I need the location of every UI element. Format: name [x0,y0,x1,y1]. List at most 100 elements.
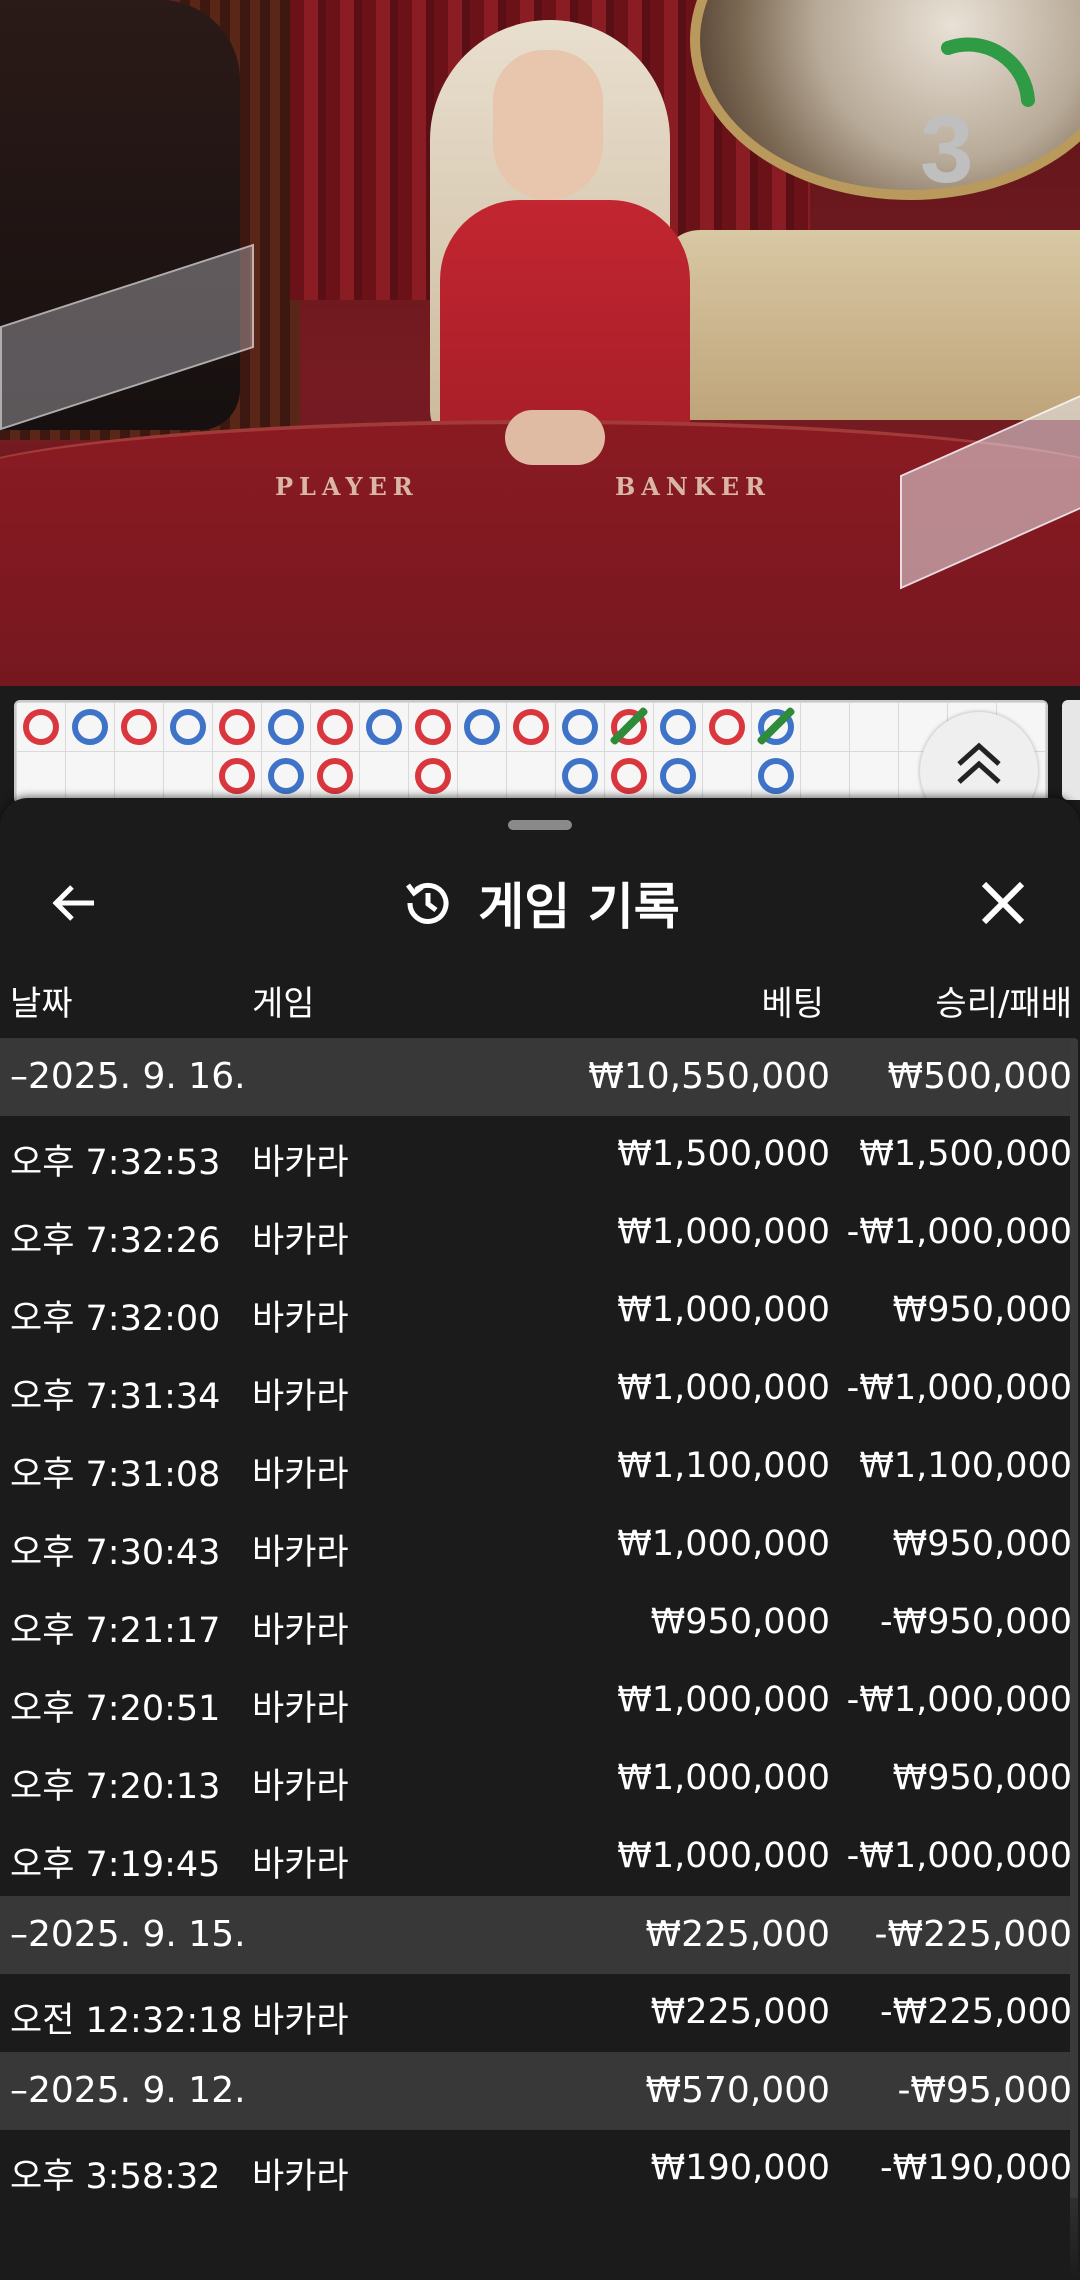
row-date: 오후 7:30:43 [10,1533,221,1573]
row-win-loss: -₩225,000 [874,1914,1072,1955]
row-date: 오후 7:20:13 [10,1767,221,1807]
history-row[interactable]: 오후 7:20:51 바카라 ₩1,000,000 -₩1,000,000 [0,1662,1072,1740]
row-game: 바카라 [252,1767,349,1807]
row-win-loss: -₩190,000 [880,2148,1072,2188]
countdown-timer: 3 [920,96,974,203]
banker-win-mark [121,709,157,745]
row-date: –2025. 9. 12. [10,2070,246,2111]
row-game: 바카라 [252,2001,349,2041]
double-chevron-up-icon [957,742,1001,784]
date-group-row[interactable]: –2025. 9. 12. ₩570,000 -₩95,000 [0,2052,1072,2130]
history-row[interactable]: 오후 7:31:08 바카라 ₩1,100,000 ₩1,100,000 [0,1428,1072,1506]
player-win-mark [660,709,696,745]
row-win-loss: -₩950,000 [880,1602,1072,1642]
banker-win-mark [23,709,59,745]
column-header-win-loss: 승리/패배 [935,984,1072,1024]
history-row[interactable]: 오후 7:21:17 바카라 ₩950,000 -₩950,000 [0,1584,1072,1662]
row-date: 오후 3:58:32 [10,2157,221,2197]
dealer-hands [505,410,605,465]
player-win-mark [170,709,206,745]
banker-win-mark [317,758,353,794]
banker-win-mark [709,709,745,745]
history-row[interactable]: 오후 7:19:45 바카라 ₩1,000,000 -₩1,000,000 [0,1818,1072,1896]
player-win-mark [660,758,696,794]
date-group-row[interactable]: –2025. 9. 15. ₩225,000 -₩225,000 [0,1896,1072,1974]
row-win-loss: -₩1,000,000 [846,1212,1072,1252]
close-icon [981,881,1025,925]
row-game: 바카라 [252,1221,349,1261]
close-button[interactable] [968,868,1038,938]
row-bet-amount: ₩1,100,000 [617,1446,830,1486]
banker-win-mark [611,758,647,794]
row-game: 바카라 [252,1845,349,1885]
banker-win-mark [415,758,451,794]
row-win-loss: -₩95,000 [897,2070,1072,2111]
row-win-loss: ₩1,100,000 [859,1446,1072,1486]
row-game: 바카라 [252,1455,349,1495]
row-game: 바카라 [252,1689,349,1729]
row-date: 오후 7:32:00 [10,1299,221,1339]
row-date: 오후 7:32:26 [10,1221,221,1261]
game-history-sheet: 게임 기록 날짜 게임 베팅 승리/패배 –2025. 9. 16. ₩10,55… [0,798,1080,2280]
table-label-banker: BANKER [615,472,771,501]
row-win-loss: -₩1,000,000 [846,1368,1072,1408]
row-bet-amount: ₩1,000,000 [617,1524,830,1564]
row-bet-amount: ₩1,000,000 [617,1212,830,1252]
history-scrollbar[interactable] [1070,1038,1078,2278]
history-row[interactable]: 오후 7:32:00 바카라 ₩1,000,000 ₩950,000 [0,1272,1072,1350]
row-bet-amount: ₩1,500,000 [617,1134,830,1174]
sheet-title-group: 게임 기록 [0,848,1080,958]
row-bet-amount: ₩1,000,000 [617,1290,830,1330]
row-win-loss: ₩950,000 [892,1758,1072,1798]
history-table-header: 날짜 게임 베팅 승리/패배 [0,968,1080,1038]
row-win-loss: ₩1,500,000 [859,1134,1072,1174]
row-date: –2025. 9. 16. [10,1056,246,1097]
row-bet-amount: ₩950,000 [650,1602,830,1642]
table-label-player: PLAYER [275,472,419,501]
sheet-header: 게임 기록 [0,848,1080,958]
row-date: –2025. 9. 15. [10,1914,246,1955]
history-row[interactable]: 오후 7:32:26 바카라 ₩1,000,000 -₩1,000,000 [0,1194,1072,1272]
banker-win-mark [219,758,255,794]
history-table-body[interactable]: –2025. 9. 16. ₩10,550,000 ₩500,000 오후 7:32:… [0,1038,1072,2208]
side-panel-edge[interactable] [1062,700,1080,800]
row-date: 오후 7:19:45 [10,1845,221,1885]
row-game: 바카라 [252,1533,349,1573]
sheet-drag-handle[interactable] [508,820,572,830]
row-win-loss: ₩950,000 [892,1524,1072,1564]
row-date: 오후 7:32:53 [10,1143,221,1183]
bottom-fade-overlay [0,2198,1080,2280]
row-date: 오후 7:21:17 [10,1611,221,1651]
banker-win-mark [513,709,549,745]
row-win-loss: -₩225,000 [880,1992,1072,2032]
background-sofa [660,230,1080,420]
row-date: 오전 12:32:18 [10,2001,243,2041]
player-win-mark [366,709,402,745]
history-row[interactable]: 오후 3:58:32 바카라 ₩190,000 -₩190,000 [0,2130,1072,2208]
player-win-mark [464,709,500,745]
player-win-mark [562,709,598,745]
player-win-mark [758,758,794,794]
row-bet-amount: ₩1,000,000 [617,1368,830,1408]
row-date: 오후 7:31:08 [10,1455,221,1495]
history-row[interactable]: 오후 7:32:53 바카라 ₩1,500,000 ₩1,500,000 [0,1116,1072,1194]
row-bet-amount: ₩225,000 [645,1914,830,1955]
player-win-mark [72,709,108,745]
date-group-row[interactable]: –2025. 9. 16. ₩10,550,000 ₩500,000 [0,1038,1072,1116]
row-bet-amount: ₩225,000 [650,1992,830,2032]
banker-win-mark [415,709,451,745]
history-row[interactable]: 오후 7:31:34 바카라 ₩1,000,000 -₩1,000,000 [0,1350,1072,1428]
big-road-scoreboard[interactable] [14,700,1048,804]
row-date: 오후 7:31:34 [10,1377,221,1417]
row-win-loss: -₩1,000,000 [846,1836,1072,1876]
player-win-mark [268,709,304,745]
history-row[interactable]: 오후 7:30:43 바카라 ₩1,000,000 ₩950,000 [0,1506,1072,1584]
player-win-mark [562,758,598,794]
row-bet-amount: ₩1,000,000 [617,1758,830,1798]
row-game: 바카라 [252,1377,349,1417]
sheet-title: 게임 기록 [478,878,680,936]
history-row[interactable]: 오후 7:20:13 바카라 ₩1,000,000 ₩950,000 [0,1740,1072,1818]
banker-win-mark [317,709,353,745]
column-header-game: 게임 [252,984,315,1024]
history-row[interactable]: 오전 12:32:18 바카라 ₩225,000 -₩225,000 [0,1974,1072,2052]
